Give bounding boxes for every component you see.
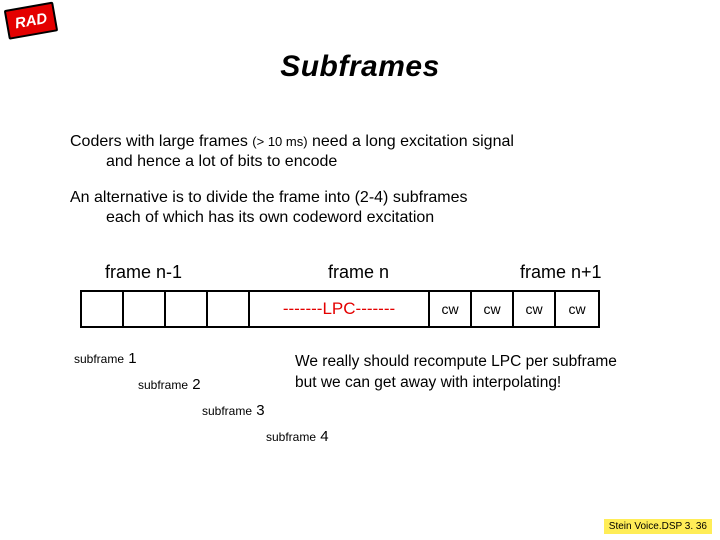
note-line2: but we can get away with interpolating! [295, 374, 561, 391]
cw-cell-2: cw [472, 292, 514, 326]
slide-title: Subframes [0, 50, 720, 84]
subframe-cell-1 [82, 292, 124, 326]
frame-diagram: -------LPC------- cw cw cw cw [80, 290, 600, 328]
cw-cell-1: cw [430, 292, 472, 326]
p1-line1a: Coders with large frames [70, 133, 252, 150]
subframe-label-4: subframe 4 [266, 428, 329, 445]
p1-line2: and hence a lot of bits to encode [106, 152, 670, 172]
paragraph-1: Coders with large frames (> 10 ms) need … [70, 132, 670, 172]
paragraph-2: An alternative is to divide the frame in… [70, 188, 670, 228]
cw-cell-4: cw [556, 292, 598, 326]
rad-logo-text: RAD [13, 9, 48, 31]
subframe-cell-4 [208, 292, 250, 326]
subframe-cell-2 [124, 292, 166, 326]
cw-cell-3: cw [514, 292, 556, 326]
frame-label-prev: frame n-1 [105, 262, 182, 283]
frame-labels-row: frame n-1 frame n frame n+1 [80, 262, 650, 284]
lpc-cell: -------LPC------- [250, 292, 430, 326]
note-line1: We really should recompute LPC per subfr… [295, 353, 617, 370]
p1-line1b: (> 10 ms) [252, 134, 307, 149]
subframe-label-2: subframe 2 [138, 376, 201, 393]
slide-body: Coders with large frames (> 10 ms) need … [70, 132, 670, 244]
slide-footer: Stein Voice.DSP 3. 36 [604, 519, 712, 534]
subframe-cell-3 [166, 292, 208, 326]
p2-line2: each of which has its own codeword excit… [106, 208, 670, 228]
subframe-label-3: subframe 3 [202, 402, 265, 419]
interpolation-note: We really should recompute LPC per subfr… [295, 352, 695, 394]
rad-logo-box: RAD [4, 2, 58, 40]
frame-label-next: frame n+1 [520, 262, 602, 283]
p1-line1c: need a long excitation signal [308, 133, 514, 150]
p2-line1: An alternative is to divide the frame in… [70, 189, 468, 206]
frame-label-curr: frame n [328, 262, 389, 283]
rad-logo: RAD [4, 2, 55, 40]
subframe-label-1: subframe 1 [74, 350, 137, 367]
